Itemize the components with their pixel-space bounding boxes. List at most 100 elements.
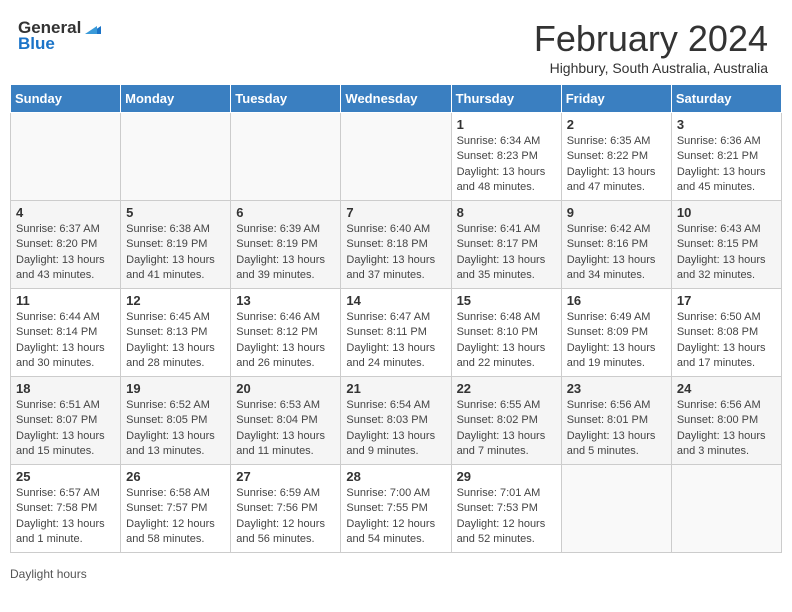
calendar-cell: 1 Sunrise: 6:34 AM Sunset: 8:23 PM Daylig… [451,113,561,201]
day-number: 13 [236,293,335,308]
day-info: Sunrise: 6:59 AM Sunset: 7:56 PM Dayligh… [236,486,335,548]
calendar-week-2: 4Sunrise: 6:37 AM Sunset: 8:20 PM Daylig… [11,201,782,289]
calendar-week-4: 18Sunrise: 6:51 AM Sunset: 8:07 PM Dayli… [11,377,782,465]
day-info: Sunrise: 6:39 AM Sunset: 8:19 PM Dayligh… [236,222,335,284]
calendar-title: February 2024 [534,18,768,60]
day-number: 2 [567,117,666,132]
day-number: 17 [677,293,776,308]
day-info: Sunrise: 6:54 AM Sunset: 8:03 PM Dayligh… [346,398,445,460]
day-number: 27 [236,469,335,484]
day-info: Sunrise: 6:44 AM Sunset: 8:14 PM Dayligh… [16,310,115,372]
day-number: 10 [677,205,776,220]
day-number: 26 [126,469,225,484]
calendar-body: 1 Sunrise: 6:34 AM Sunset: 8:23 PM Daylig… [11,113,782,553]
header-day-saturday: Saturday [671,85,781,113]
header-day-monday: Monday [121,85,231,113]
calendar-cell: 14 Sunrise: 6:47 AM Sunset: 8:11 PM Dayli… [341,289,451,377]
calendar-cell: 11 Sunrise: 6:44 AM Sunset: 8:14 PM Dayli… [11,289,121,377]
day-number: 16 [567,293,666,308]
calendar-cell: 28 Sunrise: 7:00 AM Sunset: 7:55 PM Dayli… [341,465,451,553]
header-day-tuesday: Tuesday [231,85,341,113]
calendar-cell: 9 Sunrise: 6:42 AM Sunset: 8:16 PM Daylig… [561,201,671,289]
calendar-cell [121,113,231,201]
day-info: Sunrise: 6:56 AM Sunset: 8:00 PM Dayligh… [677,398,776,460]
calendar-table: SundayMondayTuesdayWednesdayThursdayFrid… [10,84,782,553]
day-info: Sunrise: 6:46 AM Sunset: 8:12 PM Dayligh… [236,310,335,372]
calendar-cell: 6 Sunrise: 6:39 AM Sunset: 8:19 PM Daylig… [231,201,341,289]
calendar-cell: 19 Sunrise: 6:52 AM Sunset: 8:05 PM Dayli… [121,377,231,465]
day-number: 22 [457,381,556,396]
day-number: 29 [457,469,556,484]
day-number: 9 [567,205,666,220]
daylight-label: Daylight hours [10,567,87,581]
day-info: Sunrise: 6:37 AM Sunset: 8:20 PM Dayligh… [16,222,115,284]
calendar-cell [341,113,451,201]
day-info: Sunrise: 6:45 AM Sunset: 8:13 PM Dayligh… [126,310,225,372]
calendar-header: SundayMondayTuesdayWednesdayThursdayFrid… [11,85,782,113]
header-day-thursday: Thursday [451,85,561,113]
day-info: Sunrise: 6:53 AM Sunset: 8:04 PM Dayligh… [236,398,335,460]
day-number: 5 [126,205,225,220]
day-info: Sunrise: 6:57 AM Sunset: 7:58 PM Dayligh… [16,486,115,548]
day-number: 11 [16,293,115,308]
day-info: Sunrise: 6:41 AM Sunset: 8:17 PM Dayligh… [457,222,556,284]
calendar-cell: 5 Sunrise: 6:38 AM Sunset: 8:19 PM Daylig… [121,201,231,289]
day-number: 15 [457,293,556,308]
calendar-cell: 23 Sunrise: 6:56 AM Sunset: 8:01 PM Dayli… [561,377,671,465]
calendar-cell: 13 Sunrise: 6:46 AM Sunset: 8:12 PM Dayli… [231,289,341,377]
calendar-week-5: 25 Sunrise: 6:57 AM Sunset: 7:58 PM Dayli… [11,465,782,553]
day-number: 14 [346,293,445,308]
day-info: Sunrise: 6:40 AM Sunset: 8:18 PM Dayligh… [346,222,445,284]
footer: Daylight hours [0,563,792,589]
calendar-subtitle: Highbury, South Australia, Australia [534,60,768,76]
calendar-cell: 26Sunrise: 6:58 AM Sunset: 7:57 PM Dayli… [121,465,231,553]
day-info: Sunrise: 6:49 AM Sunset: 8:09 PM Dayligh… [567,310,666,372]
day-info: Sunrise: 6:43 AM Sunset: 8:15 PM Dayligh… [677,222,776,284]
calendar-cell: 8Sunrise: 6:41 AM Sunset: 8:17 PM Daylig… [451,201,561,289]
calendar-cell: 20 Sunrise: 6:53 AM Sunset: 8:04 PM Dayli… [231,377,341,465]
day-number: 25 [16,469,115,484]
page-header: General Blue February 2024 Highbury, Sou… [0,0,792,84]
day-info: Sunrise: 6:47 AM Sunset: 8:11 PM Dayligh… [346,310,445,372]
day-number: 19 [126,381,225,396]
title-block: February 2024 Highbury, South Australia,… [534,18,768,76]
day-number: 1 [457,117,556,132]
calendar-week-1: 1 Sunrise: 6:34 AM Sunset: 8:23 PM Daylig… [11,113,782,201]
header-row: SundayMondayTuesdayWednesdayThursdayFrid… [11,85,782,113]
calendar-cell: 21 Sunrise: 6:54 AM Sunset: 8:03 PM Dayli… [341,377,451,465]
day-info: Sunrise: 6:56 AM Sunset: 8:01 PM Dayligh… [567,398,666,460]
day-number: 20 [236,381,335,396]
day-info: Sunrise: 6:55 AM Sunset: 8:02 PM Dayligh… [457,398,556,460]
day-number: 18 [16,381,115,396]
day-number: 21 [346,381,445,396]
header-day-wednesday: Wednesday [341,85,451,113]
day-number: 23 [567,381,666,396]
day-number: 7 [346,205,445,220]
logo-blue: Blue [18,34,55,54]
day-info: Sunrise: 6:38 AM Sunset: 8:19 PM Dayligh… [126,222,225,284]
calendar-cell: 17Sunrise: 6:50 AM Sunset: 8:08 PM Dayli… [671,289,781,377]
calendar-cell: 4Sunrise: 6:37 AM Sunset: 8:20 PM Daylig… [11,201,121,289]
calendar-week-3: 11 Sunrise: 6:44 AM Sunset: 8:14 PM Dayli… [11,289,782,377]
day-info: Sunrise: 6:48 AM Sunset: 8:10 PM Dayligh… [457,310,556,372]
calendar-cell [11,113,121,201]
day-info: Sunrise: 7:00 AM Sunset: 7:55 PM Dayligh… [346,486,445,548]
header-day-sunday: Sunday [11,85,121,113]
calendar-container: SundayMondayTuesdayWednesdayThursdayFrid… [0,84,792,563]
day-info: Sunrise: 7:01 AM Sunset: 7:53 PM Dayligh… [457,486,556,548]
logo-icon [83,16,105,38]
calendar-cell [231,113,341,201]
calendar-cell: 10 Sunrise: 6:43 AM Sunset: 8:15 PM Dayli… [671,201,781,289]
calendar-cell: 16 Sunrise: 6:49 AM Sunset: 8:09 PM Dayli… [561,289,671,377]
day-info: Sunrise: 6:42 AM Sunset: 8:16 PM Dayligh… [567,222,666,284]
calendar-cell: 25 Sunrise: 6:57 AM Sunset: 7:58 PM Dayli… [11,465,121,553]
day-info: Sunrise: 6:36 AM Sunset: 8:21 PM Dayligh… [677,134,776,196]
calendar-cell: 7 Sunrise: 6:40 AM Sunset: 8:18 PM Daylig… [341,201,451,289]
day-number: 6 [236,205,335,220]
day-number: 28 [346,469,445,484]
day-info: Sunrise: 6:52 AM Sunset: 8:05 PM Dayligh… [126,398,225,460]
calendar-cell: 18Sunrise: 6:51 AM Sunset: 8:07 PM Dayli… [11,377,121,465]
calendar-cell: 29 Sunrise: 7:01 AM Sunset: 7:53 PM Dayli… [451,465,561,553]
calendar-cell: 24Sunrise: 6:56 AM Sunset: 8:00 PM Dayli… [671,377,781,465]
day-info: Sunrise: 6:34 AM Sunset: 8:23 PM Dayligh… [457,134,556,196]
